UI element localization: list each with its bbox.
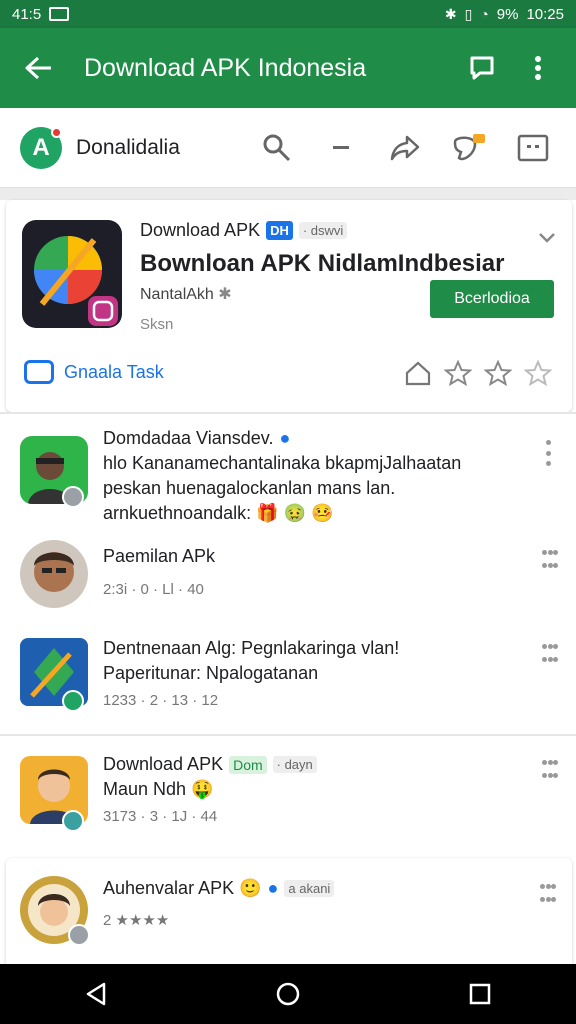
item-title: Dentnenaan Alg: Pegnlakaringa vlan! bbox=[103, 638, 400, 658]
more-vert-icon bbox=[535, 56, 541, 80]
list-item[interactable]: Download APK Dom · dayn Maun Ndh 🤑 3173 … bbox=[0, 736, 576, 854]
section-divider bbox=[0, 188, 576, 200]
app-bar: Download APK Indonesia bbox=[0, 28, 576, 108]
item-line: arnkuethnoandalk: 🎁 🤢 🤒 bbox=[103, 503, 334, 523]
user-avatar bbox=[20, 540, 88, 608]
item-meta: 3173 · 3 · 1J · 44 bbox=[103, 808, 218, 825]
share-button[interactable] bbox=[382, 125, 428, 171]
badge-icon bbox=[453, 133, 485, 160]
item-line: peskan huenagalockanlan mans lan. bbox=[103, 478, 396, 498]
item-meta: 2 ★★★★ bbox=[103, 912, 170, 929]
search-button[interactable] bbox=[254, 125, 300, 171]
status-bar: 41:5 ✱ ▯ ◔ 9% 10:25 bbox=[0, 0, 576, 28]
list-item[interactable]: Domdadaa Viansdev. ● hlo Kananamechantal… bbox=[0, 414, 576, 530]
battery-text: 9% bbox=[496, 5, 519, 23]
brand-label: Donalidalia bbox=[76, 135, 180, 159]
item-chip: Dom bbox=[229, 755, 267, 774]
app-bar-title: Download APK Indonesia bbox=[84, 53, 367, 82]
featured-app-title: Bownloan APK NidlamIndbesiar bbox=[140, 250, 505, 277]
status-time-left: 41:5 bbox=[12, 5, 42, 23]
minus-icon bbox=[333, 145, 349, 149]
comment-icon bbox=[470, 56, 494, 80]
notification-icon bbox=[49, 7, 70, 21]
verified-icon: ● bbox=[279, 428, 291, 448]
overflow-menu-button[interactable] bbox=[514, 44, 562, 92]
status-time-right: 10:25 bbox=[526, 5, 564, 23]
item-menu-button[interactable] bbox=[538, 440, 558, 466]
status-badge bbox=[62, 810, 84, 832]
star-outline-icon[interactable] bbox=[484, 360, 512, 386]
notification-dot bbox=[51, 126, 62, 138]
install-button[interactable]: Bcerlodioa bbox=[430, 280, 554, 318]
toolbar: A Donalidalia bbox=[0, 108, 576, 188]
chat-icon bbox=[24, 360, 54, 384]
list-item[interactable]: Paemilan APk 2:3i · 0 · Ll · 40 bbox=[0, 530, 576, 630]
featured-small-title: Download APK DH · dswvi bbox=[140, 220, 348, 241]
featured-developer: NantalAkh ✱ bbox=[140, 286, 232, 303]
home-circle-icon bbox=[276, 982, 300, 1006]
back-button[interactable] bbox=[14, 43, 64, 93]
rewards-button[interactable] bbox=[446, 125, 492, 171]
featured-link[interactable]: Gnaala Task bbox=[24, 360, 164, 384]
featured-chip-suffix: · dswvi bbox=[298, 222, 348, 239]
status-badge bbox=[62, 486, 84, 508]
item-line: hlo Kananamechantalinaka bkapmjJalhaatan bbox=[103, 453, 462, 473]
item-line: Maun Ndh 🤑 bbox=[103, 779, 214, 799]
item-title: Auhenvalar APK 🙂 ● a akani bbox=[103, 878, 524, 899]
featured-app-card[interactable]: Download APK DH · dswvi Bownloan APK Nid… bbox=[6, 200, 572, 412]
system-nav-bar bbox=[0, 964, 576, 1024]
item-chip-suffix: · dayn bbox=[272, 756, 317, 773]
status-badge bbox=[62, 690, 84, 712]
back-triangle-icon bbox=[86, 982, 106, 1006]
recents-square-icon bbox=[469, 983, 491, 1005]
item-menu-button[interactable] bbox=[542, 640, 558, 666]
share-icon bbox=[390, 135, 420, 160]
item-menu-button[interactable] bbox=[542, 756, 558, 782]
featured-size: Sksn bbox=[140, 316, 174, 333]
item-title: Paemilan APk bbox=[103, 546, 216, 566]
rating-stars[interactable] bbox=[404, 360, 552, 386]
featured-chip: DH bbox=[266, 221, 293, 240]
star-outline-icon[interactable] bbox=[444, 360, 472, 386]
brand-logo-icon: A bbox=[20, 126, 62, 169]
item-meta: 2:3i · 0 · Ll · 40 bbox=[103, 581, 204, 598]
brand[interactable]: A Donalidalia bbox=[20, 126, 236, 169]
item-title: Download APK Dom · dayn bbox=[103, 754, 528, 775]
item-line: Paperitunar: Npalogatanan bbox=[103, 663, 319, 683]
list-item[interactable]: Dentnenaan Alg: Pegnlakaringa vlan! Pape… bbox=[0, 630, 576, 734]
search-icon bbox=[263, 134, 291, 161]
status-badge bbox=[68, 924, 90, 946]
item-menu-button[interactable] bbox=[540, 880, 556, 906]
comments-button[interactable] bbox=[458, 44, 506, 92]
account-button[interactable] bbox=[510, 125, 556, 171]
vibrate-icon: ▯ bbox=[464, 5, 473, 22]
list-card[interactable]: Auhenvalar APK 🙂 ● a akani 2 ★★★★ bbox=[6, 858, 572, 968]
chevron-down-icon[interactable] bbox=[536, 226, 558, 248]
minimize-button[interactable] bbox=[318, 125, 364, 171]
home-icon[interactable] bbox=[404, 360, 432, 386]
account-box-icon bbox=[517, 134, 549, 161]
nav-back-button[interactable] bbox=[66, 964, 126, 1024]
verified-icon: ✱ bbox=[218, 286, 232, 303]
star-outline-icon[interactable] bbox=[524, 360, 552, 386]
item-menu-button[interactable] bbox=[542, 546, 558, 572]
nav-home-button[interactable] bbox=[258, 964, 318, 1024]
back-arrow-icon bbox=[25, 56, 51, 80]
item-title: Domdadaa Viansdev. ● bbox=[103, 428, 291, 448]
bluetooth-icon: ✱ bbox=[444, 5, 457, 22]
badge-icon: ● bbox=[267, 878, 279, 898]
item-meta: 1233 · 2 · 13 · 12 bbox=[103, 692, 219, 709]
nav-recents-button[interactable] bbox=[450, 964, 510, 1024]
item-chip-suffix: a akani bbox=[284, 880, 335, 897]
wifi-icon: ◔ bbox=[480, 6, 489, 22]
featured-app-icon bbox=[22, 220, 122, 328]
